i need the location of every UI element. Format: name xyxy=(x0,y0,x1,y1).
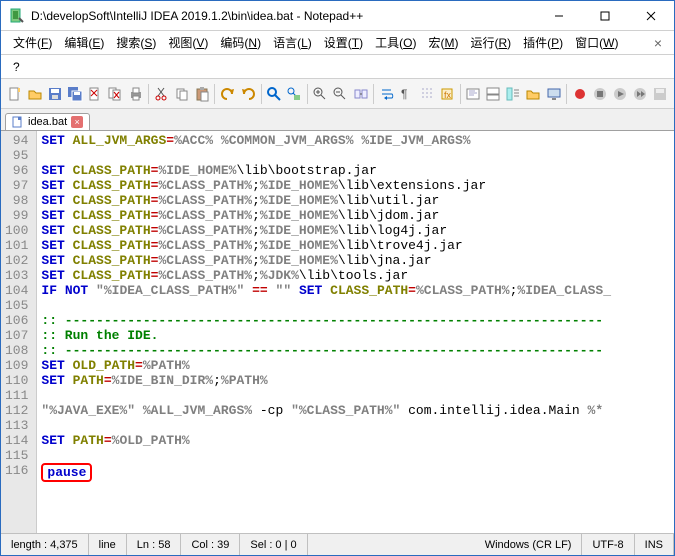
closeall-icon[interactable] xyxy=(106,83,125,105)
line-number-gutter: 9495969798991001011021031041051061071081… xyxy=(1,131,37,533)
status-ln: Ln : 58 xyxy=(127,534,182,555)
menu-m[interactable]: 宏(M) xyxy=(422,34,464,52)
play-icon[interactable] xyxy=(610,83,629,105)
tabbar: idea.bat × xyxy=(1,109,674,131)
save-macro-icon[interactable] xyxy=(651,83,670,105)
doc-list-icon[interactable] xyxy=(484,83,503,105)
code-line[interactable]: "%JAVA_EXE%" %ALL_JVM_ARGS% -cp "%CLASS_… xyxy=(41,403,611,418)
menu-help[interactable]: ? xyxy=(7,58,26,76)
tab-close-icon[interactable]: × xyxy=(71,116,83,128)
menu-e[interactable]: 编辑(E) xyxy=(58,34,110,52)
new-icon[interactable] xyxy=(5,83,24,105)
status-encoding[interactable]: UTF-8 xyxy=(582,534,634,555)
code-line[interactable]: IF NOT "%IDEA_CLASS_PATH%" == "" SET CLA… xyxy=(41,283,611,298)
close-button[interactable] xyxy=(628,1,674,30)
lang-icon[interactable]: fx xyxy=(437,83,456,105)
status-col: Col : 39 xyxy=(181,534,240,555)
menu-n[interactable]: 编码(N) xyxy=(214,34,267,52)
code-line[interactable]: SET OLD_PATH=%PATH% xyxy=(41,358,611,373)
code-line[interactable]: :: -------------------------------------… xyxy=(41,313,611,328)
menubar-help-row: ? xyxy=(1,55,674,79)
menubar: 文件(F)编辑(E)搜索(S)视图(V)编码(N)语言(L)设置(T)工具(O)… xyxy=(1,31,674,55)
menu-o[interactable]: 工具(O) xyxy=(369,34,422,52)
code-line[interactable]: SET CLASS_PATH=%CLASS_PATH%;%IDE_HOME%\l… xyxy=(41,193,611,208)
cut-icon[interactable] xyxy=(152,83,171,105)
folder-panel-icon[interactable] xyxy=(524,83,543,105)
code-line[interactable]: SET PATH=%OLD_PATH% xyxy=(41,433,611,448)
code-area[interactable]: SET ALL_JVM_ARGS=%ACC% %COMMON_JVM_ARGS%… xyxy=(37,131,615,533)
copy-icon[interactable] xyxy=(172,83,191,105)
code-line[interactable]: pause xyxy=(41,463,611,482)
tab-label: idea.bat xyxy=(28,116,67,128)
code-line[interactable] xyxy=(41,448,611,463)
toolbar: ¶ fx xyxy=(1,79,674,109)
window-title: D:\developSoft\IntelliJ IDEA 2019.1.2\bi… xyxy=(31,9,536,23)
code-line[interactable]: :: -------------------------------------… xyxy=(41,343,611,358)
wrap-icon[interactable] xyxy=(377,83,396,105)
code-line[interactable]: SET CLASS_PATH=%IDE_HOME%\lib\bootstrap.… xyxy=(41,163,611,178)
print-icon[interactable] xyxy=(126,83,145,105)
statusbar: length : 4,375 line Ln : 58 Col : 39 Sel… xyxy=(1,533,674,555)
indent-guide-icon[interactable] xyxy=(417,83,436,105)
menu-t[interactable]: 设置(T) xyxy=(318,34,369,52)
menu-l[interactable]: 语言(L) xyxy=(267,34,318,52)
save-icon[interactable] xyxy=(45,83,64,105)
code-line[interactable]: SET PATH=%IDE_BIN_DIR%;%PATH% xyxy=(41,373,611,388)
status-length: length : 4,375 xyxy=(1,534,89,555)
replace-icon[interactable] xyxy=(285,83,304,105)
menu-s[interactable]: 搜索(S) xyxy=(110,34,162,52)
stop-icon[interactable] xyxy=(590,83,609,105)
code-line[interactable] xyxy=(41,418,611,433)
code-line[interactable] xyxy=(41,148,611,163)
menu-close-x[interactable]: × xyxy=(648,35,668,51)
svg-text:fx: fx xyxy=(444,90,452,100)
code-line[interactable]: SET CLASS_PATH=%CLASS_PATH%;%IDE_HOME%\l… xyxy=(41,178,611,193)
doc-map-icon[interactable] xyxy=(463,83,482,105)
menu-w[interactable]: 窗口(W) xyxy=(569,34,624,52)
play-multi-icon[interactable] xyxy=(631,83,650,105)
menu-v[interactable]: 视图(V) xyxy=(162,34,214,52)
record-icon[interactable] xyxy=(570,83,589,105)
file-icon xyxy=(12,116,24,128)
code-line[interactable]: :: Run the IDE. xyxy=(41,328,611,343)
sync-icon[interactable] xyxy=(351,83,370,105)
status-lines: line xyxy=(89,534,127,555)
code-line[interactable] xyxy=(41,388,611,403)
code-line[interactable] xyxy=(41,298,611,313)
maximize-button[interactable] xyxy=(582,1,628,30)
code-line[interactable]: SET CLASS_PATH=%CLASS_PATH%;%IDE_HOME%\l… xyxy=(41,238,611,253)
find-icon[interactable] xyxy=(264,83,283,105)
redo-icon[interactable] xyxy=(238,83,257,105)
status-ins[interactable]: INS xyxy=(635,534,674,555)
zoomout-icon[interactable] xyxy=(331,83,350,105)
code-line[interactable]: SET CLASS_PATH=%CLASS_PATH%;%IDE_HOME%\l… xyxy=(41,223,611,238)
showall-icon[interactable]: ¶ xyxy=(397,83,416,105)
closefile-icon[interactable] xyxy=(86,83,105,105)
open-icon[interactable] xyxy=(25,83,44,105)
code-line[interactable]: SET ALL_JVM_ARGS=%ACC% %COMMON_JVM_ARGS%… xyxy=(41,133,611,148)
titlebar: D:\developSoft\IntelliJ IDEA 2019.1.2\bi… xyxy=(1,1,674,31)
function-list-icon[interactable] xyxy=(504,83,523,105)
zoomin-icon[interactable] xyxy=(311,83,330,105)
menu-r[interactable]: 运行(R) xyxy=(464,34,517,52)
tab-idea-bat[interactable]: idea.bat × xyxy=(5,113,90,130)
paste-icon[interactable] xyxy=(192,83,211,105)
minimize-button[interactable] xyxy=(536,1,582,30)
app-icon xyxy=(9,8,25,24)
status-eol[interactable]: Windows (CR LF) xyxy=(475,534,583,555)
svg-text:¶: ¶ xyxy=(401,87,407,101)
saveall-icon[interactable] xyxy=(65,83,84,105)
undo-icon[interactable] xyxy=(218,83,237,105)
code-line[interactable]: SET CLASS_PATH=%CLASS_PATH%;%IDE_HOME%\l… xyxy=(41,253,611,268)
status-sel: Sel : 0 | 0 xyxy=(240,534,307,555)
monitor-icon[interactable] xyxy=(544,83,563,105)
code-line[interactable]: SET CLASS_PATH=%CLASS_PATH%;%IDE_HOME%\l… xyxy=(41,208,611,223)
code-line[interactable]: SET CLASS_PATH=%CLASS_PATH%;%JDK%\lib\to… xyxy=(41,268,611,283)
menu-p[interactable]: 插件(P) xyxy=(517,34,569,52)
editor[interactable]: 9495969798991001011021031041051061071081… xyxy=(1,131,674,533)
menu-f[interactable]: 文件(F) xyxy=(7,34,58,52)
